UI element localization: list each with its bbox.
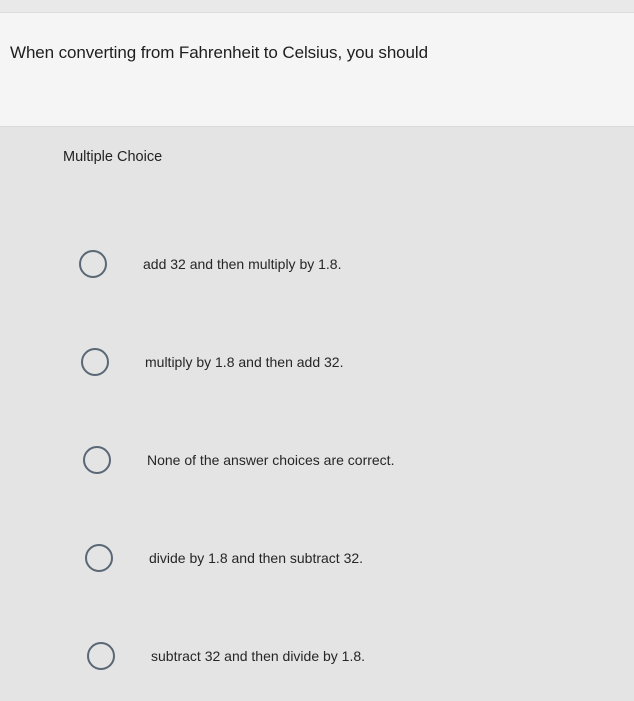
choice-5[interactable]: subtract 32 and then divide by 1.8.	[87, 636, 365, 676]
radio-circle-icon[interactable]	[79, 250, 107, 278]
choice-label: None of the answer choices are correct.	[147, 452, 395, 468]
choice-label: divide by 1.8 and then subtract 32.	[149, 550, 364, 566]
choice-4[interactable]: divide by 1.8 and then subtract 32.	[85, 538, 363, 578]
choice-label: multiply by 1.8 and then add 32.	[145, 354, 344, 370]
choice-1[interactable]: add 32 and then multiply by 1.8.	[79, 244, 341, 284]
radio-circle-icon[interactable]	[81, 348, 109, 376]
radio-circle-icon[interactable]	[83, 446, 111, 474]
question-type-label: Multiple Choice	[63, 149, 163, 165]
choice-label: add 32 and then multiply by 1.8.	[143, 256, 342, 272]
radio-circle-icon[interactable]	[87, 642, 115, 670]
top-border	[0, 0, 634, 13]
question-area: When converting from Fahrenheit to Celsi…	[0, 13, 634, 126]
choice-2[interactable]: multiply by 1.8 and then add 32.	[81, 342, 343, 382]
choice-3[interactable]: None of the answer choices are correct.	[83, 440, 394, 480]
answer-panel: Multiple Choice add 32 and then multiply…	[0, 126, 634, 701]
radio-circle-icon[interactable]	[85, 544, 113, 572]
question-text: When converting from Fahrenheit to Celsi…	[10, 43, 428, 62]
choice-label: subtract 32 and then divide by 1.8.	[151, 648, 366, 664]
